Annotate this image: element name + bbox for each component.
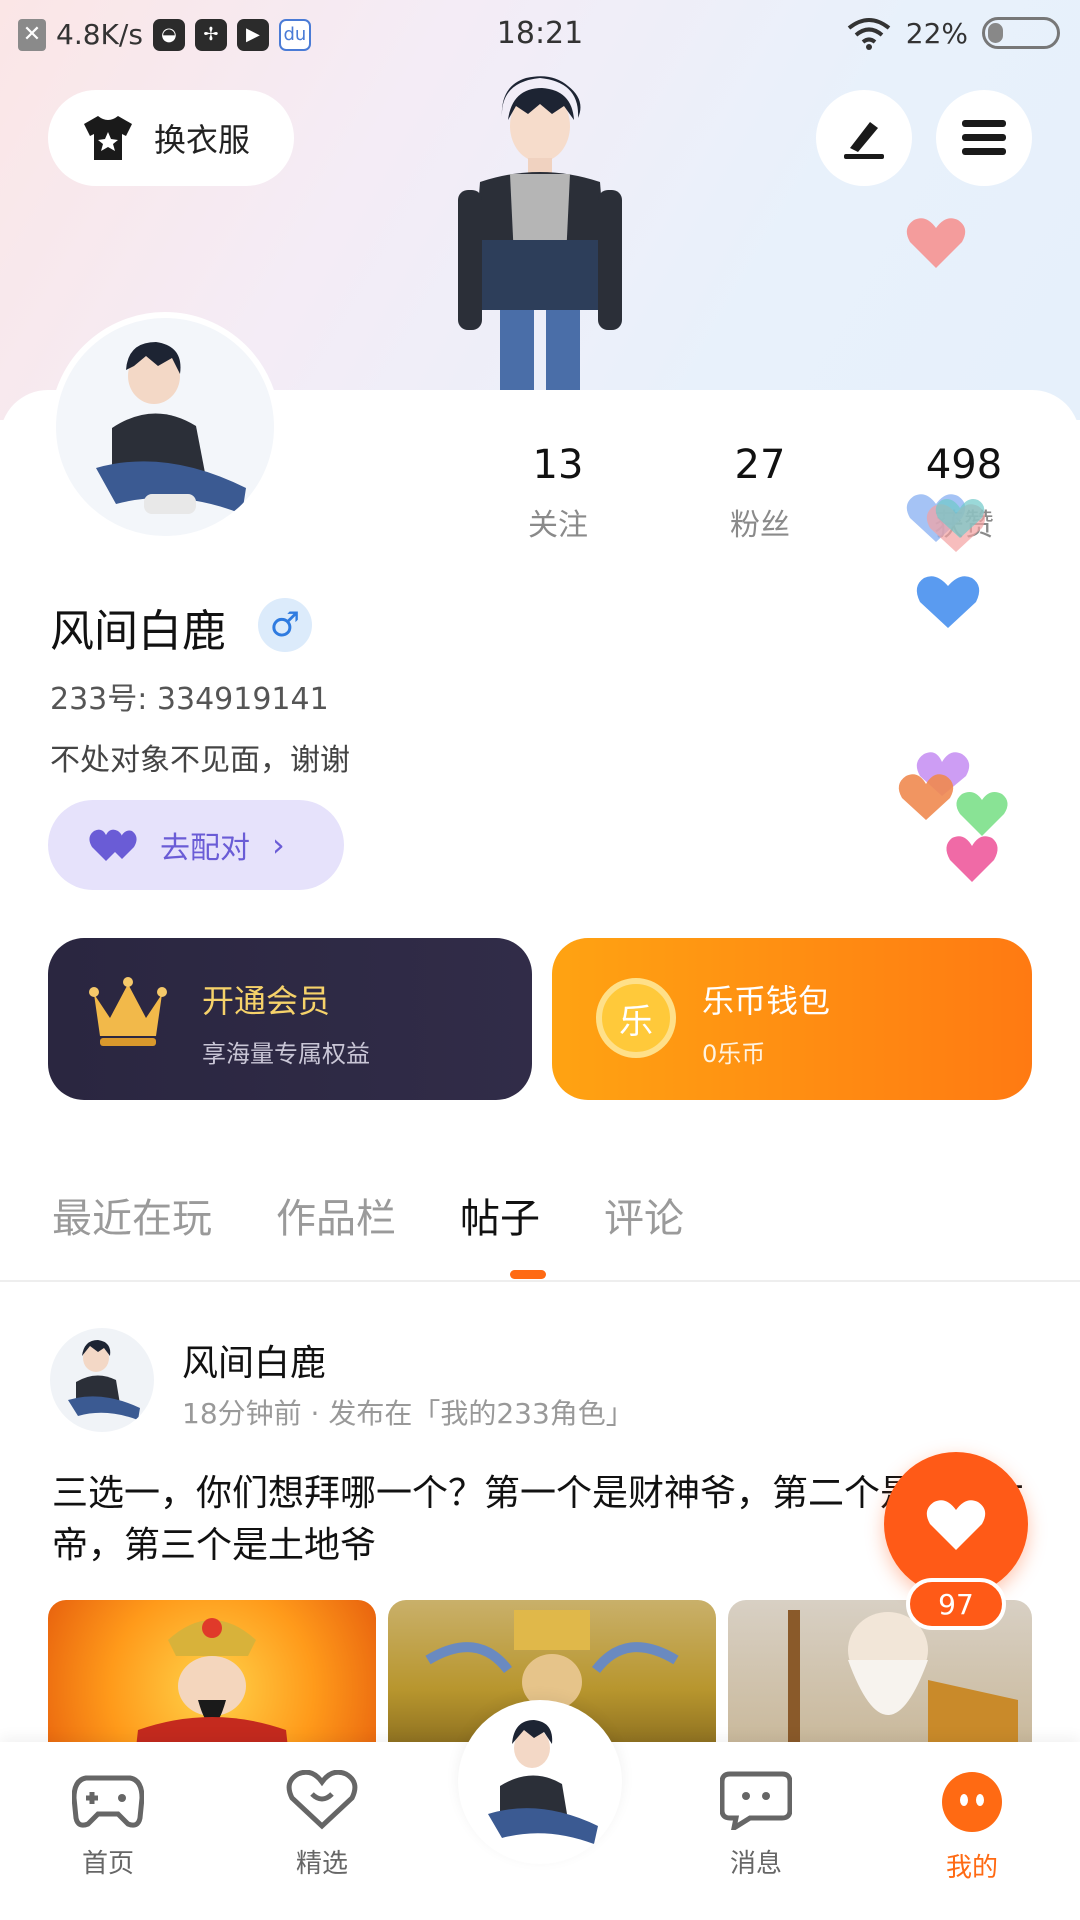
nav-me-label: 我的	[945, 1853, 998, 1883]
profile-avatar[interactable]	[50, 312, 280, 542]
match-label: 去配对	[160, 831, 250, 866]
me-face-icon	[942, 1772, 1002, 1832]
like-button[interactable]	[884, 1452, 1028, 1596]
tab-comments[interactable]: 评论	[604, 1186, 684, 1244]
stat-followers[interactable]: 27 粉丝	[660, 442, 860, 544]
change-outfit-button[interactable]: 换衣服	[48, 90, 294, 186]
floating-hearts-blue	[906, 494, 986, 628]
change-outfit-label: 换衣服	[154, 121, 251, 159]
avatar-image	[96, 342, 246, 514]
message-icon	[719, 1771, 793, 1834]
battery-percent: 22%	[905, 16, 968, 50]
tab-divider	[0, 1280, 1080, 1282]
nav-me[interactable]: 我的	[892, 1770, 1052, 1884]
wallet-text: 乐币钱包 0乐币	[702, 976, 830, 1069]
menu-button[interactable]	[936, 90, 1032, 186]
floating-heart-icon	[906, 218, 966, 268]
avatar-3d-character[interactable]	[440, 70, 640, 390]
profile-uid: 233号: 334919141	[50, 682, 329, 717]
status-right: 22%	[846, 16, 1060, 50]
crown-icon	[89, 977, 167, 1046]
stat-followers-count: 27	[734, 442, 786, 488]
vip-text: 开通会员 享海量专属权益	[202, 976, 370, 1069]
chevron-right-icon: ›	[272, 826, 285, 864]
wallet-card[interactable]: 乐 乐币钱包 0乐币	[552, 938, 1032, 1100]
hamburger-icon	[962, 120, 1006, 155]
pencil-icon	[844, 122, 884, 159]
stat-likes-count: 498	[925, 442, 1003, 488]
nav-messages-label: 消息	[729, 1849, 782, 1879]
tab-active-indicator	[510, 1270, 546, 1279]
gender-male-icon: ♂	[258, 598, 312, 652]
vip-card[interactable]: 开通会员 享海量专属权益	[48, 938, 532, 1100]
nav-featured-label: 精选	[295, 1849, 348, 1879]
wallet-title: 乐币钱包	[702, 982, 831, 1020]
double-heart-icon	[89, 829, 137, 861]
like-count: 97	[906, 1578, 1006, 1630]
post-image-1[interactable]	[48, 1600, 376, 1748]
post-avatar-image	[68, 1340, 140, 1420]
stat-following-label: 关注	[528, 508, 588, 543]
god-of-wealth-image	[136, 1618, 288, 1748]
gamepad-icon	[71, 1775, 145, 1828]
nav-avatar-button[interactable]	[458, 1700, 622, 1864]
nav-messages[interactable]: 消息	[676, 1770, 836, 1880]
heart-icon	[926, 1500, 986, 1550]
tab-recent-play[interactable]: 最近在玩	[52, 1186, 212, 1244]
match-button[interactable]: 去配对 ›	[48, 800, 344, 890]
coin-icon: 乐	[596, 978, 676, 1058]
vip-title: 开通会员	[202, 982, 331, 1020]
tab-works[interactable]: 作品栏	[276, 1186, 396, 1244]
post-author-name[interactable]: 风间白鹿	[182, 1334, 326, 1386]
stat-following[interactable]: 13 关注	[458, 442, 658, 544]
edit-button[interactable]	[816, 90, 912, 186]
profile-name: 风间白鹿	[50, 606, 226, 657]
tab-posts[interactable]: 帖子	[460, 1186, 540, 1244]
nav-avatar-image	[488, 1720, 598, 1844]
profile-tabs: 最近在玩 作品栏 帖子 评论	[52, 1186, 684, 1244]
nav-featured[interactable]: 精选	[242, 1769, 402, 1880]
floating-hearts-color	[898, 752, 1008, 882]
post-author-avatar[interactable]	[50, 1328, 154, 1432]
battery-level	[988, 23, 1003, 43]
stat-following-count: 13	[532, 442, 584, 488]
post-meta: 18分钟前 · 发布在「我的233角色」	[182, 1397, 634, 1430]
heart-chat-icon	[286, 1769, 358, 1830]
nav-home[interactable]: 首页	[28, 1770, 188, 1880]
profile-bio: 不处对象不见面，谢谢	[50, 743, 350, 778]
wifi-icon	[847, 18, 891, 50]
status-bar: ✕ 4.8K/s ◒ ✢ ▶ du 18:21 22%	[0, 0, 1080, 72]
stat-followers-label: 粉丝	[730, 508, 790, 543]
wallet-subtitle: 0乐币	[702, 1040, 766, 1068]
nav-home-label: 首页	[81, 1849, 134, 1879]
vip-subtitle: 享海量专属权益	[202, 1040, 370, 1068]
shirt-icon	[84, 116, 132, 160]
battery-icon	[982, 17, 1060, 49]
